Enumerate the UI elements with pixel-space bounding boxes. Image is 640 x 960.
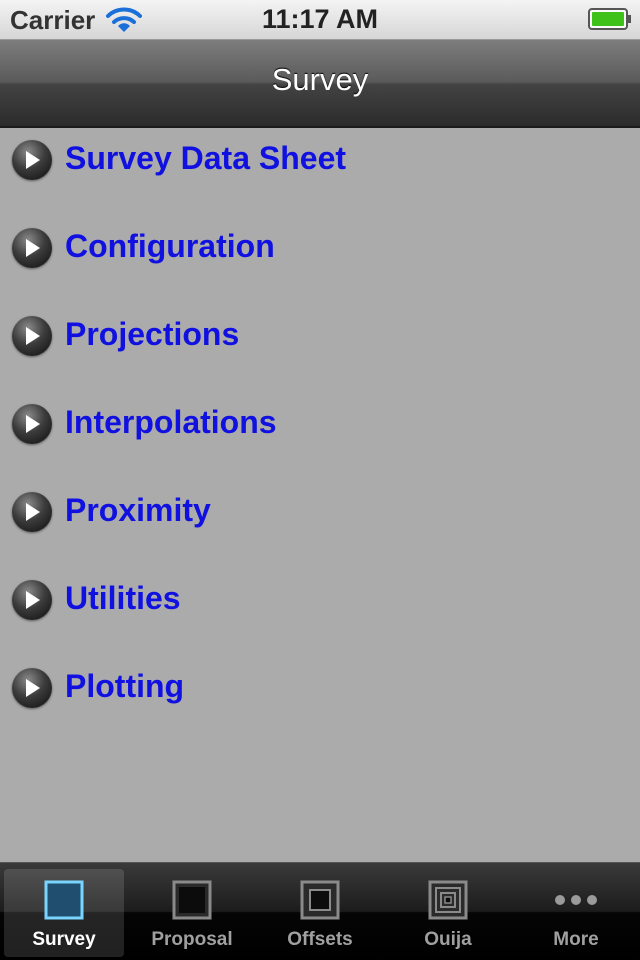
menu-item-label: Survey Data Sheet (65, 140, 347, 176)
tab-label: More (553, 929, 599, 950)
menu-item-label: Proximity (65, 492, 211, 528)
menu-item-projections[interactable]: Projections (0, 304, 640, 370)
menu-item-label: Interpolations (65, 404, 277, 440)
battery-icon (588, 8, 631, 30)
menu-item-label: Utilities (65, 580, 181, 616)
tab-offsets[interactable]: Offsets (260, 869, 380, 957)
status-time: 11:17 AM (261, 4, 379, 34)
play-icon (12, 404, 52, 444)
menu-item-plotting[interactable]: Plotting (0, 656, 640, 722)
concentric-square-icon (428, 880, 468, 920)
tab-proposal[interactable]: Proposal (132, 869, 252, 957)
menu-item-survey-data-sheet[interactable]: Survey Data Sheet (0, 128, 640, 194)
tab-bar: Survey Proposal Offsets Ouija More (0, 862, 640, 960)
tab-label: Offsets (287, 929, 353, 950)
tab-more[interactable]: More (516, 869, 636, 957)
navigation-bar: Survey (0, 40, 640, 128)
play-icon (12, 492, 52, 532)
tab-label: Ouija (424, 929, 472, 950)
play-icon (12, 228, 52, 268)
play-icon (12, 140, 52, 180)
play-icon (12, 668, 52, 708)
tab-survey[interactable]: Survey (4, 869, 124, 957)
more-dots-icon (555, 895, 597, 905)
square-icon (172, 880, 212, 920)
play-icon (12, 580, 52, 620)
page-title: Survey (271, 62, 369, 97)
menu-item-label: Projections (65, 316, 240, 352)
menu-item-label: Plotting (65, 668, 185, 704)
square-icon (44, 880, 84, 920)
menu-item-utilities[interactable]: Utilities (0, 568, 640, 634)
tab-ouija[interactable]: Ouija (388, 869, 508, 957)
nested-square-icon (300, 880, 340, 920)
menu-item-proximity[interactable]: Proximity (0, 480, 640, 546)
tab-label: Proposal (151, 929, 233, 950)
menu-item-label: Configuration (65, 228, 275, 264)
app-screen: Carrier 11:17 AM Survey Survey Data Shee… (0, 0, 640, 960)
status-bar: Carrier 11:17 AM (0, 0, 640, 40)
play-icon (12, 316, 52, 356)
menu-item-interpolations[interactable]: Interpolations (0, 392, 640, 458)
tab-label: Survey (32, 929, 96, 950)
menu-item-configuration[interactable]: Configuration (0, 216, 640, 282)
